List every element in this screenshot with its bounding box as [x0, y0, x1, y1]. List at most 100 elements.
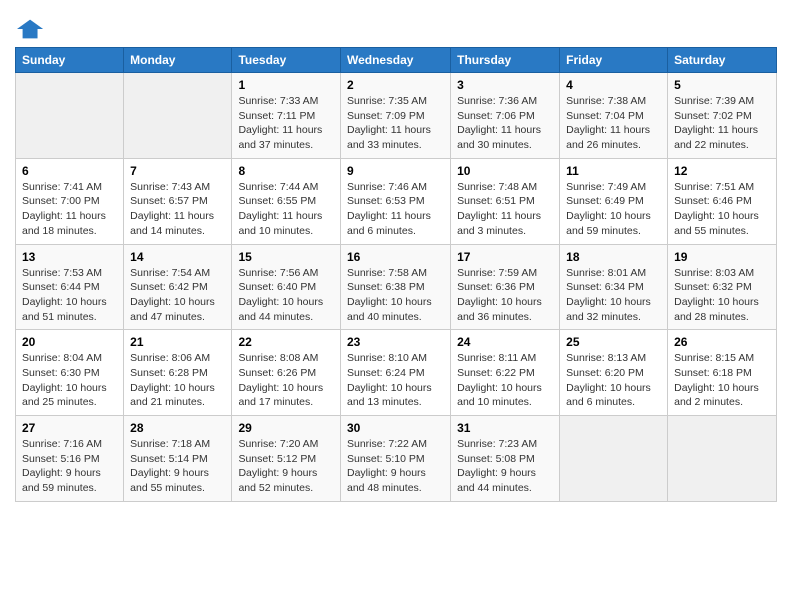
calendar-cell: 21 Sunrise: 8:06 AMSunset: 6:28 PMDayligh…	[124, 330, 232, 416]
day-number: 16	[347, 250, 444, 264]
day-number: 25	[566, 335, 661, 349]
calendar-page: SundayMondayTuesdayWednesdayThursdayFrid…	[0, 0, 792, 517]
calendar-cell	[560, 416, 668, 502]
day-info: Sunrise: 7:23 AMSunset: 5:08 PMDaylight:…	[457, 437, 553, 496]
day-number: 27	[22, 421, 117, 435]
day-number: 19	[674, 250, 770, 264]
day-info: Sunrise: 7:46 AMSunset: 6:53 PMDaylight:…	[347, 180, 444, 239]
day-info: Sunrise: 8:04 AMSunset: 6:30 PMDaylight:…	[22, 351, 117, 410]
day-number: 30	[347, 421, 444, 435]
day-info: Sunrise: 7:51 AMSunset: 6:46 PMDaylight:…	[674, 180, 770, 239]
calendar-cell: 13 Sunrise: 7:53 AMSunset: 6:44 PMDayligh…	[16, 244, 124, 330]
calendar-cell: 4 Sunrise: 7:38 AMSunset: 7:04 PMDaylight…	[560, 73, 668, 159]
calendar-cell: 24Sunrise: 8:11 AMSunset: 6:22 PMDayligh…	[451, 330, 560, 416]
calendar-cell: 8 Sunrise: 7:44 AMSunset: 6:55 PMDaylight…	[232, 158, 341, 244]
calendar-cell: 20 Sunrise: 8:04 AMSunset: 6:30 PMDayligh…	[16, 330, 124, 416]
calendar-cell: 9 Sunrise: 7:46 AMSunset: 6:53 PMDaylight…	[340, 158, 450, 244]
calendar-cell: 25 Sunrise: 8:13 AMSunset: 6:20 PMDayligh…	[560, 330, 668, 416]
week-row-5: 27 Sunrise: 7:16 AMSunset: 5:16 PMDayligh…	[16, 416, 777, 502]
calendar-cell: 27 Sunrise: 7:16 AMSunset: 5:16 PMDayligh…	[16, 416, 124, 502]
calendar-cell: 31 Sunrise: 7:23 AMSunset: 5:08 PMDayligh…	[451, 416, 560, 502]
calendar-cell: 2 Sunrise: 7:35 AMSunset: 7:09 PMDaylight…	[340, 73, 450, 159]
weekday-header-friday: Friday	[560, 48, 668, 73]
calendar-cell: 7 Sunrise: 7:43 AMSunset: 6:57 PMDaylight…	[124, 158, 232, 244]
day-info: Sunrise: 7:48 AMSunset: 6:51 PMDaylight:…	[457, 180, 553, 239]
week-row-4: 20 Sunrise: 8:04 AMSunset: 6:30 PMDayligh…	[16, 330, 777, 416]
weekday-header-thursday: Thursday	[451, 48, 560, 73]
day-number: 31	[457, 421, 553, 435]
calendar-cell: 28Sunrise: 7:18 AMSunset: 5:14 PMDayligh…	[124, 416, 232, 502]
day-info: Sunrise: 8:03 AMSunset: 6:32 PMDaylight:…	[674, 266, 770, 325]
day-number: 24	[457, 335, 553, 349]
calendar-cell: 16 Sunrise: 7:58 AMSunset: 6:38 PMDayligh…	[340, 244, 450, 330]
calendar-cell: 17Sunrise: 7:59 AMSunset: 6:36 PMDayligh…	[451, 244, 560, 330]
week-row-1: 1 Sunrise: 7:33 AMSunset: 7:11 PMDaylight…	[16, 73, 777, 159]
calendar-cell	[16, 73, 124, 159]
day-number: 23	[347, 335, 444, 349]
day-info: Sunrise: 7:44 AMSunset: 6:55 PMDaylight:…	[238, 180, 334, 239]
day-info: Sunrise: 8:06 AMSunset: 6:28 PMDaylight:…	[130, 351, 225, 410]
weekday-header-monday: Monday	[124, 48, 232, 73]
calendar-cell: 15Sunrise: 7:56 AMSunset: 6:40 PMDayligh…	[232, 244, 341, 330]
calendar-cell: 3 Sunrise: 7:36 AMSunset: 7:06 PMDaylight…	[451, 73, 560, 159]
day-info: Sunrise: 7:43 AMSunset: 6:57 PMDaylight:…	[130, 180, 225, 239]
day-number: 3	[457, 78, 553, 92]
day-info: Sunrise: 7:59 AMSunset: 6:36 PMDaylight:…	[457, 266, 553, 325]
calendar-cell: 10 Sunrise: 7:48 AMSunset: 6:51 PMDayligh…	[451, 158, 560, 244]
day-number: 10	[457, 164, 553, 178]
day-number: 7	[130, 164, 225, 178]
calendar-cell: 29 Sunrise: 7:20 AMSunset: 5:12 PMDayligh…	[232, 416, 341, 502]
day-number: 13	[22, 250, 117, 264]
calendar-cell	[668, 416, 777, 502]
calendar-cell: 1 Sunrise: 7:33 AMSunset: 7:11 PMDaylight…	[232, 73, 341, 159]
weekday-header-saturday: Saturday	[668, 48, 777, 73]
week-row-3: 13 Sunrise: 7:53 AMSunset: 6:44 PMDayligh…	[16, 244, 777, 330]
calendar-cell: 26Sunrise: 8:15 AMSunset: 6:18 PMDayligh…	[668, 330, 777, 416]
day-info: Sunrise: 7:58 AMSunset: 6:38 PMDaylight:…	[347, 266, 444, 325]
calendar-cell: 19 Sunrise: 8:03 AMSunset: 6:32 PMDayligh…	[668, 244, 777, 330]
day-info: Sunrise: 7:20 AMSunset: 5:12 PMDaylight:…	[238, 437, 334, 496]
calendar-cell: 6 Sunrise: 7:41 AMSunset: 7:00 PMDaylight…	[16, 158, 124, 244]
day-number: 5	[674, 78, 770, 92]
calendar-cell: 23 Sunrise: 8:10 AMSunset: 6:24 PMDayligh…	[340, 330, 450, 416]
day-number: 8	[238, 164, 334, 178]
day-number: 9	[347, 164, 444, 178]
day-info: Sunrise: 8:10 AMSunset: 6:24 PMDaylight:…	[347, 351, 444, 410]
day-info: Sunrise: 8:08 AMSunset: 6:26 PMDaylight:…	[238, 351, 334, 410]
day-number: 1	[238, 78, 334, 92]
day-number: 2	[347, 78, 444, 92]
week-row-2: 6 Sunrise: 7:41 AMSunset: 7:00 PMDaylight…	[16, 158, 777, 244]
day-info: Sunrise: 7:22 AMSunset: 5:10 PMDaylight:…	[347, 437, 444, 496]
calendar-cell: 5 Sunrise: 7:39 AMSunset: 7:02 PMDaylight…	[668, 73, 777, 159]
day-info: Sunrise: 8:01 AMSunset: 6:34 PMDaylight:…	[566, 266, 661, 325]
day-number: 21	[130, 335, 225, 349]
day-info: Sunrise: 7:38 AMSunset: 7:04 PMDaylight:…	[566, 94, 661, 153]
day-info: Sunrise: 7:53 AMSunset: 6:44 PMDaylight:…	[22, 266, 117, 325]
calendar-cell: 22 Sunrise: 8:08 AMSunset: 6:26 PMDayligh…	[232, 330, 341, 416]
day-info: Sunrise: 8:15 AMSunset: 6:18 PMDaylight:…	[674, 351, 770, 410]
day-number: 28	[130, 421, 225, 435]
calendar-cell: 11Sunrise: 7:49 AMSunset: 6:49 PMDayligh…	[560, 158, 668, 244]
day-info: Sunrise: 7:54 AMSunset: 6:42 PMDaylight:…	[130, 266, 225, 325]
calendar-cell: 18 Sunrise: 8:01 AMSunset: 6:34 PMDayligh…	[560, 244, 668, 330]
day-info: Sunrise: 7:39 AMSunset: 7:02 PMDaylight:…	[674, 94, 770, 153]
day-number: 29	[238, 421, 334, 435]
header	[15, 10, 777, 39]
day-number: 12	[674, 164, 770, 178]
day-number: 4	[566, 78, 661, 92]
day-number: 18	[566, 250, 661, 264]
day-info: Sunrise: 7:33 AMSunset: 7:11 PMDaylight:…	[238, 94, 334, 153]
logo	[15, 15, 45, 39]
day-info: Sunrise: 7:36 AMSunset: 7:06 PMDaylight:…	[457, 94, 553, 153]
day-info: Sunrise: 7:35 AMSunset: 7:09 PMDaylight:…	[347, 94, 444, 153]
calendar-cell: 14Sunrise: 7:54 AMSunset: 6:42 PMDayligh…	[124, 244, 232, 330]
calendar-cell: 30 Sunrise: 7:22 AMSunset: 5:10 PMDayligh…	[340, 416, 450, 502]
day-info: Sunrise: 8:13 AMSunset: 6:20 PMDaylight:…	[566, 351, 661, 410]
day-number: 20	[22, 335, 117, 349]
day-number: 6	[22, 164, 117, 178]
calendar-cell: 12 Sunrise: 7:51 AMSunset: 6:46 PMDayligh…	[668, 158, 777, 244]
day-info: Sunrise: 7:41 AMSunset: 7:00 PMDaylight:…	[22, 180, 117, 239]
day-info: Sunrise: 7:16 AMSunset: 5:16 PMDaylight:…	[22, 437, 117, 496]
calendar-table: SundayMondayTuesdayWednesdayThursdayFrid…	[15, 47, 777, 502]
day-number: 22	[238, 335, 334, 349]
